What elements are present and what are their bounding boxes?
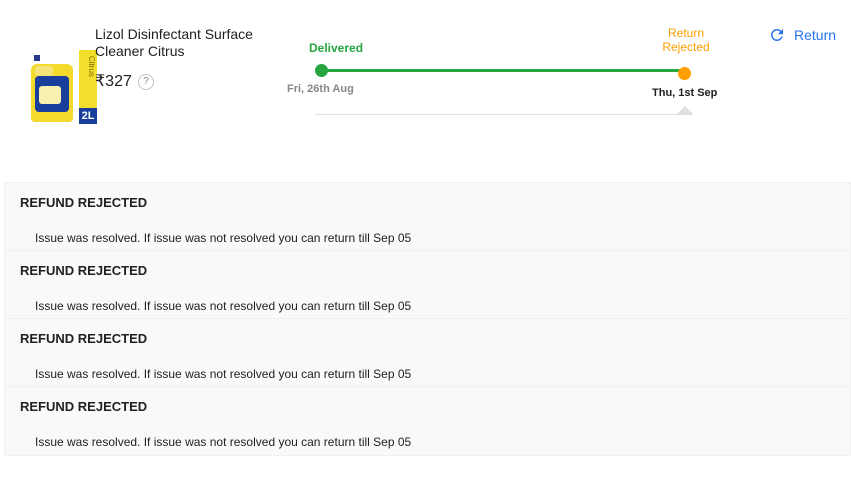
timeline-date-rejected: Thu, 1st Sep: [652, 87, 718, 99]
size-badge: 2L: [79, 108, 97, 124]
refund-status-item: REFUND REJECTED Issue was resolved. If i…: [5, 319, 850, 387]
refund-status-message: Issue was resolved. If issue was not res…: [35, 299, 412, 313]
side-text: Citrus: [87, 56, 96, 77]
product-name[interactable]: Lizol Disinfectant Surface Cleaner Citru…: [95, 26, 280, 60]
refund-status-title: REFUND REJECTED: [20, 263, 148, 278]
bottle-label-inner-graphic: [39, 86, 61, 104]
refund-status-message: Issue was resolved. If issue was not res…: [35, 435, 412, 449]
help-icon[interactable]: ?: [138, 74, 154, 90]
product-image[interactable]: Citrus 2L: [14, 24, 97, 124]
brand-dot: [34, 55, 40, 61]
refund-status-list: REFUND REJECTED Issue was resolved. If i…: [4, 182, 851, 456]
return-button[interactable]: Return: [768, 26, 836, 44]
refund-status-message: Issue was resolved. If issue was not res…: [35, 367, 412, 381]
product-price: ₹327: [95, 73, 132, 90]
refund-status-item: REFUND REJECTED Issue was resolved. If i…: [5, 183, 850, 251]
refund-status-message: Issue was resolved. If issue was not res…: [35, 231, 412, 245]
timeline-caret-icon: [677, 106, 693, 114]
timeline-dot-delivered: [315, 64, 328, 77]
timeline-dot-rejected: [678, 67, 691, 80]
refund-status-title: REFUND REJECTED: [20, 331, 148, 346]
refund-status-item: REFUND REJECTED Issue was resolved. If i…: [5, 387, 850, 455]
return-label: Return: [794, 27, 837, 43]
refresh-icon: [770, 28, 783, 41]
timeline-track: [321, 69, 684, 72]
timeline-status-return-rejected: Return Rejected: [662, 26, 710, 54]
refund-status-title: REFUND REJECTED: [20, 399, 148, 414]
timeline-status-delivered: Delivered: [309, 41, 364, 55]
bottle-cap-graphic: [35, 66, 53, 76]
refund-status-item: REFUND REJECTED Issue was resolved. If i…: [5, 251, 850, 319]
refund-status-title: REFUND REJECTED: [20, 195, 148, 210]
timeline-divider: [315, 114, 693, 115]
timeline-date-delivered: Fri, 26th Aug: [287, 83, 354, 95]
